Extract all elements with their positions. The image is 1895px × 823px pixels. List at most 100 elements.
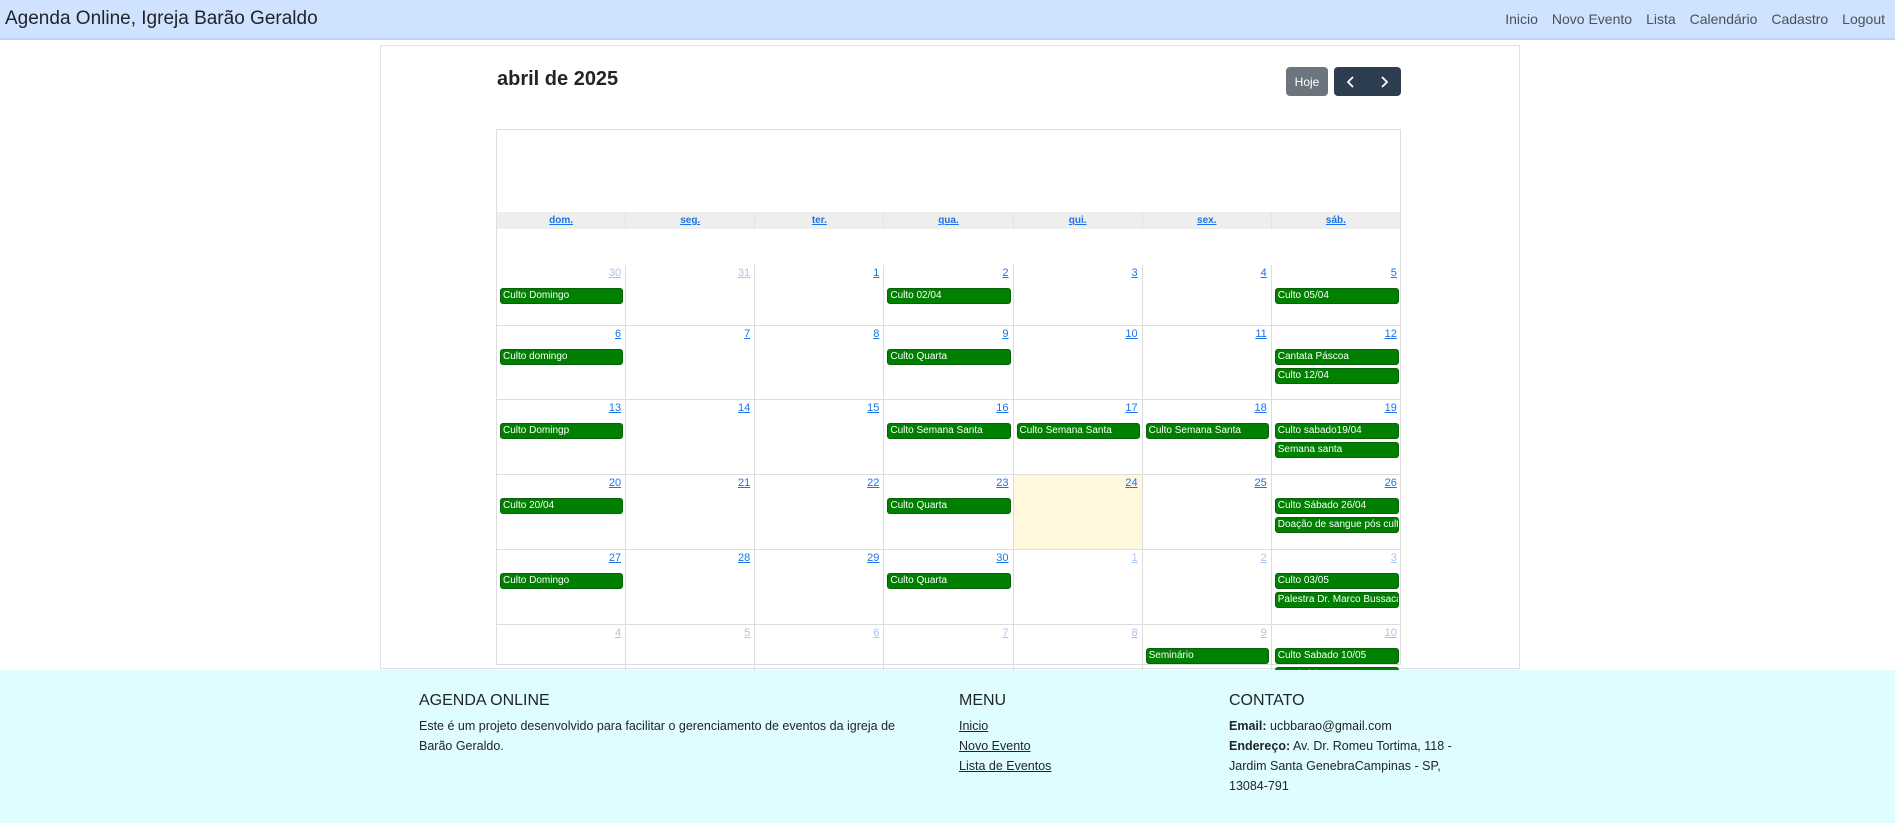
day-number[interactable]: 28 xyxy=(738,552,750,564)
today-button[interactable]: Hoje xyxy=(1286,67,1328,96)
day-number[interactable]: 29 xyxy=(867,552,879,564)
nav-link-calendario[interactable]: Calendário xyxy=(1690,11,1758,27)
calendar-event[interactable]: Culto domingo xyxy=(500,349,624,365)
day-number[interactable]: 13 xyxy=(609,402,621,414)
day-cell[interactable]: 22 xyxy=(755,475,885,549)
day-cell[interactable]: 9 Culto Quarta xyxy=(884,326,1014,399)
day-cell[interactable]: 17 Culto Semana Santa xyxy=(1014,400,1143,474)
day-number[interactable]: 16 xyxy=(996,402,1008,414)
day-number[interactable]: 9 xyxy=(1261,627,1267,639)
day-number[interactable]: 11 xyxy=(1255,328,1266,340)
day-number[interactable]: 4 xyxy=(615,627,621,639)
nav-link-inicio[interactable]: Inicio xyxy=(1505,11,1538,27)
nav-link-cadastro[interactable]: Cadastro xyxy=(1771,11,1828,27)
day-cell[interactable]: 16 Culto Semana Santa xyxy=(884,400,1014,474)
calendar-event[interactable]: Culto Sábado 26/04 xyxy=(1274,498,1399,514)
day-number[interactable]: 4 xyxy=(1261,267,1267,279)
calendar-event[interactable]: Cantata Páscoa xyxy=(1274,349,1399,365)
weekday-sab[interactable]: sáb. xyxy=(1272,212,1400,229)
day-cell[interactable]: 25 xyxy=(1143,475,1272,549)
day-number[interactable]: 21 xyxy=(738,477,750,489)
day-number[interactable]: 12 xyxy=(1385,328,1397,340)
prev-month-button[interactable] xyxy=(1334,67,1368,96)
calendar-event[interactable]: Culto Quarta xyxy=(887,349,1011,365)
day-cell[interactable]: 29 xyxy=(755,550,885,624)
weekday-seg[interactable]: seg. xyxy=(626,212,756,229)
calendar-event[interactable]: Culto 20/04 xyxy=(500,498,624,514)
day-number[interactable]: 3 xyxy=(1132,267,1138,279)
calendar-event[interactable]: Culto Semana Santa xyxy=(1145,423,1269,439)
day-cell[interactable]: 7 xyxy=(626,326,756,399)
calendar-event[interactable]: Culto Sabado 10/05 xyxy=(1274,648,1399,664)
day-cell[interactable]: 12 Cantata Páscoa Culto 12/04 xyxy=(1272,326,1401,399)
day-number[interactable]: 25 xyxy=(1255,477,1267,489)
day-cell[interactable]: 10 xyxy=(1014,326,1143,399)
day-cell[interactable]: 4 xyxy=(1143,265,1272,325)
calendar-event[interactable]: Culto sabado19/04 xyxy=(1274,423,1399,439)
day-number[interactable]: 15 xyxy=(867,402,879,414)
weekday-dom[interactable]: dom. xyxy=(497,212,627,229)
day-number[interactable]: 8 xyxy=(873,328,879,340)
day-cell[interactable]: 8 xyxy=(755,326,885,399)
calendar-event[interactable]: Semana santa xyxy=(1274,442,1399,458)
day-cell[interactable]: 1 xyxy=(1014,550,1143,624)
day-cell[interactable]: 18 Culto Semana Santa xyxy=(1143,400,1272,474)
day-number[interactable]: 5 xyxy=(744,627,750,639)
day-number[interactable]: 14 xyxy=(738,402,750,414)
day-cell[interactable]: 28 xyxy=(626,550,756,624)
day-cell[interactable]: 23 Culto Quarta xyxy=(884,475,1014,549)
day-cell[interactable]: 31 xyxy=(626,265,756,325)
calendar-event[interactable]: Doação de sangue pós culto xyxy=(1274,517,1399,533)
day-number[interactable]: 10 xyxy=(1125,328,1137,340)
day-cell[interactable]: 3 Culto 03/05 Palestra Dr. Marco Bussacari… xyxy=(1272,550,1401,624)
day-number[interactable]: 3 xyxy=(1391,552,1397,564)
day-number[interactable]: 18 xyxy=(1255,402,1267,414)
day-cell[interactable]: 20 Culto 20/04 xyxy=(497,475,627,549)
calendar-event[interactable]: Culto Semana Santa xyxy=(1016,423,1140,439)
day-number[interactable]: 1 xyxy=(1132,552,1138,564)
day-number[interactable]: 24 xyxy=(1125,477,1137,489)
footer-link-lista-eventos[interactable]: Lista de Eventos xyxy=(959,756,1159,776)
calendar-event[interactable]: Culto Domingo xyxy=(500,288,624,304)
calendar-event[interactable]: Culto Semana Santa xyxy=(887,423,1011,439)
day-number[interactable]: 20 xyxy=(609,477,621,489)
calendar-event[interactable]: Seminário xyxy=(1145,648,1269,664)
day-cell[interactable]: 26 Culto Sábado 26/04 Doação de sangue pós… xyxy=(1272,475,1401,549)
day-number[interactable]: 6 xyxy=(873,627,879,639)
day-number[interactable]: 5 xyxy=(1391,267,1397,279)
day-number[interactable]: 26 xyxy=(1385,477,1397,489)
calendar-event[interactable]: Culto Quarta xyxy=(887,498,1011,514)
day-number[interactable]: 27 xyxy=(609,552,621,564)
day-cell[interactable]: 1 xyxy=(755,265,885,325)
day-number[interactable]: 7 xyxy=(744,328,750,340)
day-number[interactable]: 30 xyxy=(996,552,1008,564)
weekday-ter[interactable]: ter. xyxy=(755,212,885,229)
day-number[interactable]: 17 xyxy=(1125,402,1137,414)
day-cell-today[interactable]: 24 xyxy=(1013,475,1143,549)
day-cell[interactable]: 3 xyxy=(1014,265,1143,325)
weekday-qua[interactable]: qua. xyxy=(884,212,1014,229)
day-number[interactable]: 31 xyxy=(738,267,750,279)
day-cell[interactable]: 2 Culto 02/04 xyxy=(884,265,1014,325)
nav-link-novo-evento[interactable]: Novo Evento xyxy=(1552,11,1632,27)
day-number[interactable]: 22 xyxy=(867,477,879,489)
calendar-event[interactable]: Culto Domingp xyxy=(500,423,624,439)
day-cell[interactable]: 30 Culto Quarta xyxy=(884,550,1014,624)
nav-link-lista[interactable]: Lista xyxy=(1646,11,1676,27)
weekday-qui[interactable]: qui. xyxy=(1014,212,1143,229)
day-number[interactable]: 30 xyxy=(609,267,621,279)
calendar-event[interactable]: Culto Quarta xyxy=(887,573,1011,589)
calendar-event[interactable]: Culto 05/04 xyxy=(1274,288,1399,304)
day-cell[interactable]: 11 xyxy=(1143,326,1272,399)
day-number[interactable]: 7 xyxy=(1002,627,1008,639)
calendar-event[interactable]: Culto 03/05 xyxy=(1274,573,1399,589)
day-number[interactable]: 8 xyxy=(1132,627,1138,639)
footer-link-novo-evento[interactable]: Novo Evento xyxy=(959,736,1159,756)
day-number[interactable]: 23 xyxy=(996,477,1008,489)
day-number[interactable]: 6 xyxy=(615,328,621,340)
nav-link-logout[interactable]: Logout xyxy=(1842,11,1885,27)
day-cell[interactable]: 6 Culto domingo xyxy=(497,326,627,399)
day-number[interactable]: 19 xyxy=(1385,402,1397,414)
calendar-event[interactable]: Culto 12/04 xyxy=(1274,368,1399,384)
day-cell[interactable]: 27 Culto Domingo xyxy=(497,550,627,624)
